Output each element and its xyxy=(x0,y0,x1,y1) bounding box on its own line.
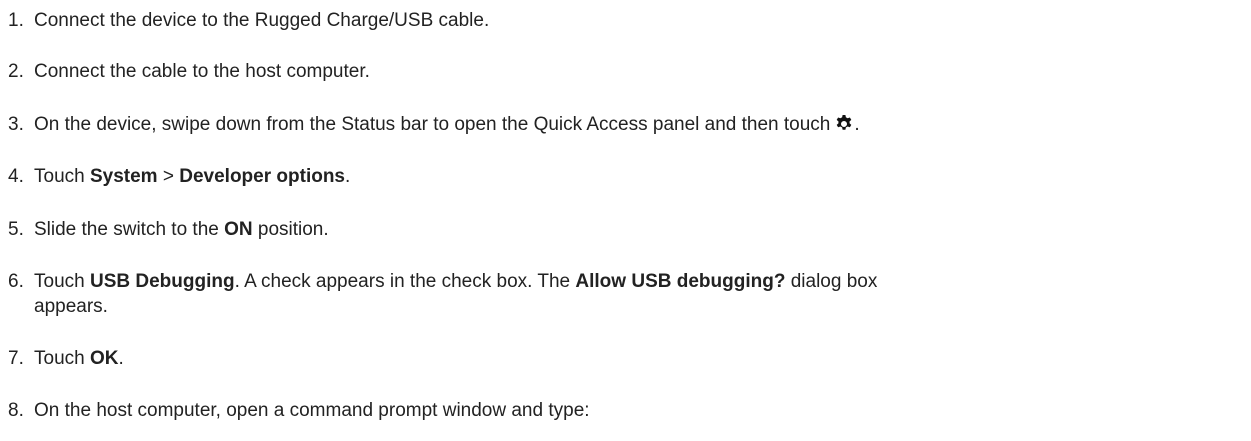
step-text: Touch xyxy=(34,271,90,292)
step-number: 5. xyxy=(8,219,24,240)
ui-term-system: System xyxy=(89,166,158,187)
step-text: Touch xyxy=(34,166,90,187)
ui-term-ok: OK xyxy=(89,348,119,369)
step-text: On the device, swipe down from the Statu… xyxy=(34,114,831,135)
step-text: . A check appears in the check box. The xyxy=(234,271,576,292)
step-6: 6. Touch USB Debugging. A check appears i… xyxy=(8,268,877,295)
step-1: 1. Connect the device to the Rugged Charg… xyxy=(8,7,489,34)
step-7: 7. Touch OK. xyxy=(8,345,124,372)
step-3: 3. On the device, swipe down from the Sta… xyxy=(8,111,860,141)
step-number: 7. xyxy=(8,348,24,369)
step-text: Slide the switch to the xyxy=(34,219,225,240)
ui-term-on: ON xyxy=(224,219,253,240)
step-number: 3. xyxy=(8,114,24,135)
step-text: . xyxy=(345,166,351,187)
step-text: dialog box xyxy=(785,271,878,292)
step-number: 1. xyxy=(8,10,24,31)
instruction-list: 1. Connect the device to the Rugged Charg… xyxy=(0,0,1251,441)
ui-term-usb-debugging: USB Debugging xyxy=(89,271,235,292)
step-number: 8. xyxy=(8,400,24,421)
step-text: Touch xyxy=(34,348,90,369)
ui-term-allow-usb-debugging: Allow USB debugging? xyxy=(575,271,786,292)
step-text: On the host computer, open a command pro… xyxy=(34,400,590,421)
step-text: > xyxy=(157,166,180,187)
step-8: 8. On the host computer, open a command p… xyxy=(8,397,590,424)
step-5: 5. Slide the switch to the ON position. xyxy=(8,216,329,243)
step-text: Connect the cable to the host computer. xyxy=(34,61,370,82)
gear-icon xyxy=(834,113,854,141)
step-6-continuation: appears. xyxy=(34,296,108,317)
step-4: 4. Touch System > Developer options. xyxy=(8,163,350,190)
step-text: . xyxy=(118,348,124,369)
step-2: 2. Connect the cable to the host computer… xyxy=(8,58,370,85)
step-text: position. xyxy=(252,219,329,240)
step-number: 2. xyxy=(8,61,24,82)
step-number: 4. xyxy=(8,166,24,187)
ui-term-developer-options: Developer options xyxy=(179,166,345,187)
step-text-end: . xyxy=(854,114,860,135)
step-text: Connect the device to the Rugged Charge/… xyxy=(34,10,490,31)
step-number: 6. xyxy=(8,271,24,292)
